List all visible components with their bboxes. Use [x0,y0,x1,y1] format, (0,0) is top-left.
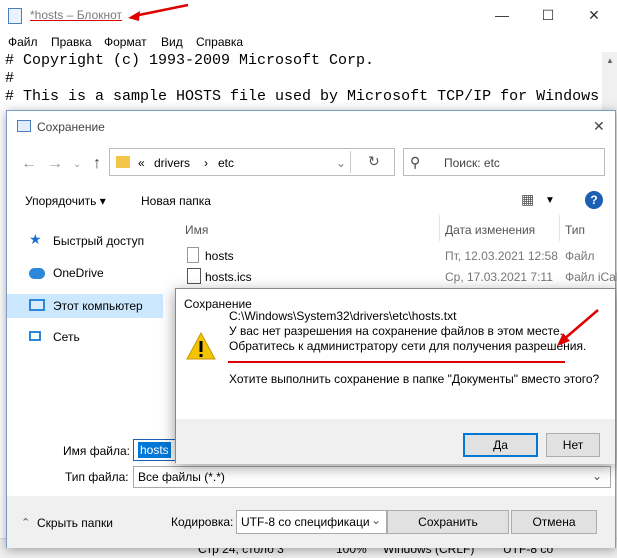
window-title: *hosts – Блокнот [30,8,123,22]
divider [559,215,560,241]
breadcrumb-drivers[interactable]: drivers [154,156,190,170]
close-icon[interactable]: ✕ [593,118,605,135]
menu-format[interactable]: Формат [104,35,147,49]
organize-button[interactable]: Упорядочить ▾ [25,194,106,208]
notepad-icon [8,8,22,24]
column-name[interactable]: Имя [185,223,208,237]
alert-line1: У вас нет разрешения на сохранение файло… [229,324,564,338]
sidebar-label: Сеть [53,330,80,344]
column-type[interactable]: Тип [565,223,585,237]
close-icon[interactable]: ✕ [571,0,617,30]
breadcrumb-sep: « [138,156,145,170]
divider [439,215,440,241]
filetype-value: Все файлы (*.*) [138,470,225,484]
star-icon: ★ [29,231,42,247]
save-dialog-title: Сохранение [37,120,105,134]
calendar-icon [187,268,201,284]
alert-question: Хотите выполнить сохранение в папке "Док… [229,372,600,386]
forward-icon[interactable]: → [47,155,63,173]
chevron-up-icon[interactable]: ⌃ [21,516,30,529]
search-box[interactable]: ⚲ Поиск: etc [403,148,605,176]
divider [350,151,351,173]
notepad-titlebar[interactable]: *hosts – Блокнот — ☐ ✕ [0,0,617,32]
menu-file[interactable]: Файл [8,35,38,49]
folder-icon [116,156,130,168]
filename-value: hosts [138,442,171,458]
menubar: Файл Правка Формат Вид Справка [0,32,617,52]
permission-alert: Сохранение C:\Windows\System32\drivers\e… [175,288,616,464]
encoding-value: UTF-8 со спецификаци [241,515,370,529]
chevron-down-icon[interactable]: ⌄ [73,159,81,170]
search-icon: ⚲ [410,154,421,170]
hide-folders-button[interactable]: Скрыть папки [37,516,113,530]
save-dialog-titlebar[interactable]: Сохранение ✕ [7,111,615,141]
file-date: Пт, 12.03.2021 12:58 [445,249,558,263]
network-icon [29,331,41,341]
file-row[interactable]: hosts.ics Ср, 17.03.2021 7:11 Файл iCal [183,266,617,288]
help-icon[interactable]: ? [585,191,603,209]
sidebar-item-quick-access[interactable]: ★ Быстрый доступ [7,229,163,253]
computer-icon [29,299,45,311]
yes-button[interactable]: Да [463,433,538,457]
sidebar-label: OneDrive [53,266,104,280]
maximize-icon[interactable]: ☐ [525,0,571,30]
menu-edit[interactable]: Правка [51,35,92,49]
alert-path: C:\Windows\System32\drivers\etc\hosts.tx… [229,309,457,323]
view-options-icon[interactable]: ▦ [521,191,534,208]
file-date: Ср, 17.03.2021 7:11 [445,270,553,284]
sidebar-label: Быстрый доступ [53,234,145,248]
dropdown-icon[interactable]: ⌄ [336,156,346,170]
encoding-label: Кодировка: [171,515,234,529]
sidebar-label: Этот компьютер [53,299,143,313]
cloud-icon [29,268,45,279]
search-placeholder: Поиск: etc [444,156,500,170]
no-button[interactable]: Нет [546,433,600,457]
chevron-down-icon: ⌄ [592,469,603,483]
chevron-down-icon: ⌄ [371,513,382,527]
back-icon[interactable]: ← [21,155,37,173]
file-name: hosts.ics [205,270,252,284]
dialog-icon [17,120,31,132]
menu-view[interactable]: Вид [161,35,183,49]
warning-icon [186,332,216,360]
new-folder-button[interactable]: Новая папка [141,194,211,208]
file-icon [187,247,199,263]
filetype-label: Тип файла: [65,470,129,484]
breadcrumb-sep: › [204,156,208,170]
alert-line2: Обратитесь к администратору сети для пол… [229,339,587,353]
file-name: hosts [205,249,234,263]
text-line: # This is a sample HOSTS file used by Mi… [5,88,609,105]
scroll-up-icon[interactable]: ▲ [606,56,614,65]
menu-help[interactable]: Справка [196,35,243,49]
minimize-icon[interactable]: — [479,0,525,30]
text-line: # [5,70,15,87]
cancel-button[interactable]: Отмена [511,510,597,534]
navigation-pane: ★ Быстрый доступ OneDrive Этот компьютер… [7,217,163,427]
file-type: Файл iCal [565,270,617,284]
address-bar[interactable]: « drivers › etc ⌄ ↻ [109,148,395,176]
column-date[interactable]: Дата изменения [445,223,535,237]
encoding-select[interactable]: UTF-8 со спецификаци ⌄ [236,510,387,534]
breadcrumb-etc[interactable]: etc [218,156,234,170]
file-type: Файл [565,249,595,263]
up-icon[interactable]: ↑ [93,155,101,173]
filetype-select[interactable]: Все файлы (*.*) ⌄ [133,466,611,488]
text-line: # Copyright (c) 1993-2009 Microsoft Corp… [5,52,375,69]
filename-label: Имя файла: [63,444,130,458]
save-button[interactable]: Сохранить [387,510,509,534]
refresh-icon[interactable]: ↻ [368,153,380,170]
sidebar-item-onedrive[interactable]: OneDrive [7,261,163,285]
chevron-down-icon[interactable]: ▼ [545,195,555,206]
sidebar-item-network[interactable]: Сеть [7,325,163,349]
file-row[interactable]: hosts Пт, 12.03.2021 12:58 Файл [183,245,617,267]
sidebar-item-this-pc[interactable]: Этот компьютер [7,294,163,318]
